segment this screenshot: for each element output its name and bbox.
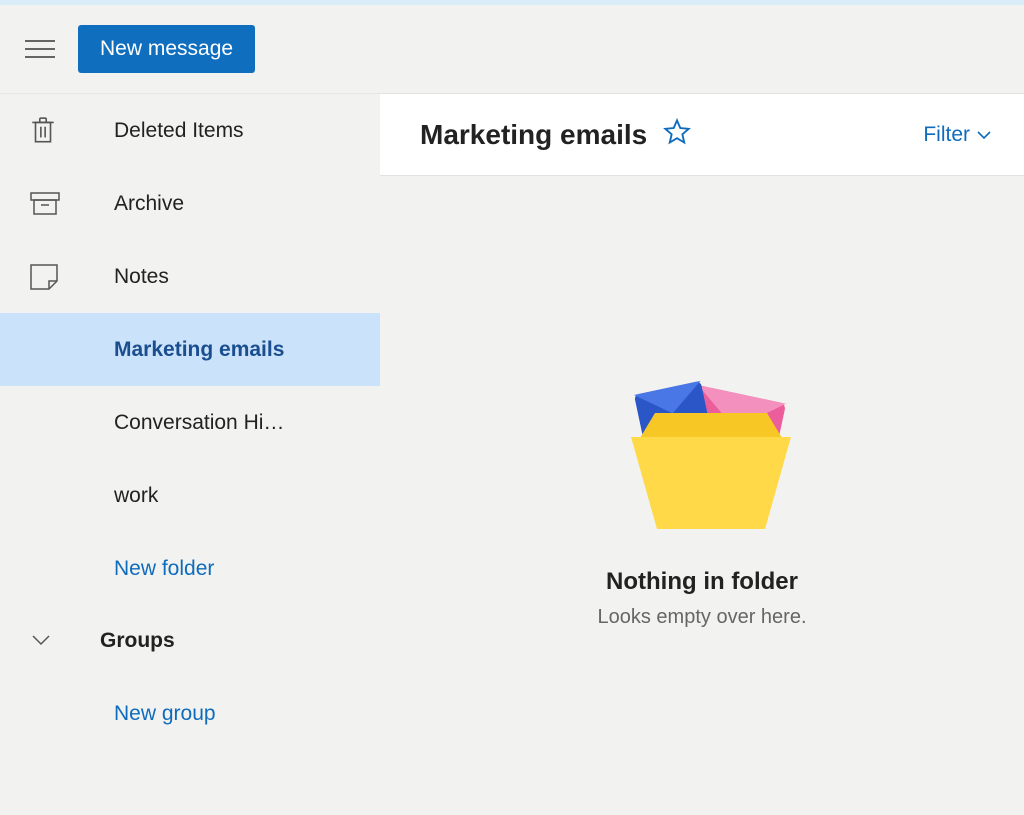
trash-icon bbox=[30, 116, 114, 146]
content-panel: Marketing emails Filter bbox=[380, 93, 1024, 815]
sidebar-item-label: Notes bbox=[114, 265, 169, 289]
archive-icon bbox=[30, 192, 114, 216]
chevron-down-icon bbox=[30, 629, 100, 653]
folder-sidebar: Deleted Items Archive Notes bbox=[0, 93, 380, 815]
empty-state: Nothing in folder Looks empty over here. bbox=[380, 176, 1024, 815]
sidebar-new-folder-link[interactable]: New folder bbox=[0, 532, 380, 605]
header-bar: New message bbox=[0, 5, 1024, 93]
sidebar-item-work[interactable]: work bbox=[0, 459, 380, 532]
sidebar-item-deleted-items[interactable]: Deleted Items bbox=[0, 94, 380, 167]
folder-title-wrap: Marketing emails bbox=[420, 118, 691, 151]
sidebar-item-conversation-history[interactable]: Conversation Hi… bbox=[0, 386, 380, 459]
folder-title: Marketing emails bbox=[420, 119, 647, 151]
favorite-star-icon[interactable] bbox=[663, 118, 691, 151]
sidebar-groups-header[interactable]: Groups bbox=[0, 605, 380, 677]
sidebar-item-archive[interactable]: Archive bbox=[0, 167, 380, 240]
sidebar-item-label: work bbox=[114, 484, 158, 508]
main-layout: Deleted Items Archive Notes bbox=[0, 93, 1024, 815]
filter-label: Filter bbox=[923, 123, 970, 147]
sidebar-item-marketing-emails[interactable]: Marketing emails bbox=[0, 313, 380, 386]
sidebar-item-notes[interactable]: Notes bbox=[0, 240, 380, 313]
empty-state-subtitle: Looks empty over here. bbox=[598, 606, 807, 629]
sidebar-new-group-link[interactable]: New group bbox=[0, 677, 380, 750]
chevron-down-icon bbox=[976, 123, 992, 147]
filter-button[interactable]: Filter bbox=[923, 123, 992, 147]
folder-header: Marketing emails Filter bbox=[380, 93, 1024, 176]
sidebar-groups-label: Groups bbox=[100, 629, 175, 653]
hamburger-menu-button[interactable] bbox=[18, 27, 62, 71]
new-message-button[interactable]: New message bbox=[78, 25, 255, 73]
hamburger-icon bbox=[25, 40, 55, 58]
sidebar-item-label: New folder bbox=[114, 557, 214, 581]
sidebar-item-label: New group bbox=[114, 702, 216, 726]
sidebar-item-label: Deleted Items bbox=[114, 119, 244, 143]
empty-state-title: Nothing in folder bbox=[606, 568, 798, 596]
note-icon bbox=[30, 264, 114, 290]
empty-folder-illustration-icon bbox=[592, 323, 812, 548]
sidebar-item-label: Conversation Hi… bbox=[114, 411, 284, 435]
sidebar-item-label: Archive bbox=[114, 192, 184, 216]
sidebar-item-label: Marketing emails bbox=[114, 338, 284, 362]
